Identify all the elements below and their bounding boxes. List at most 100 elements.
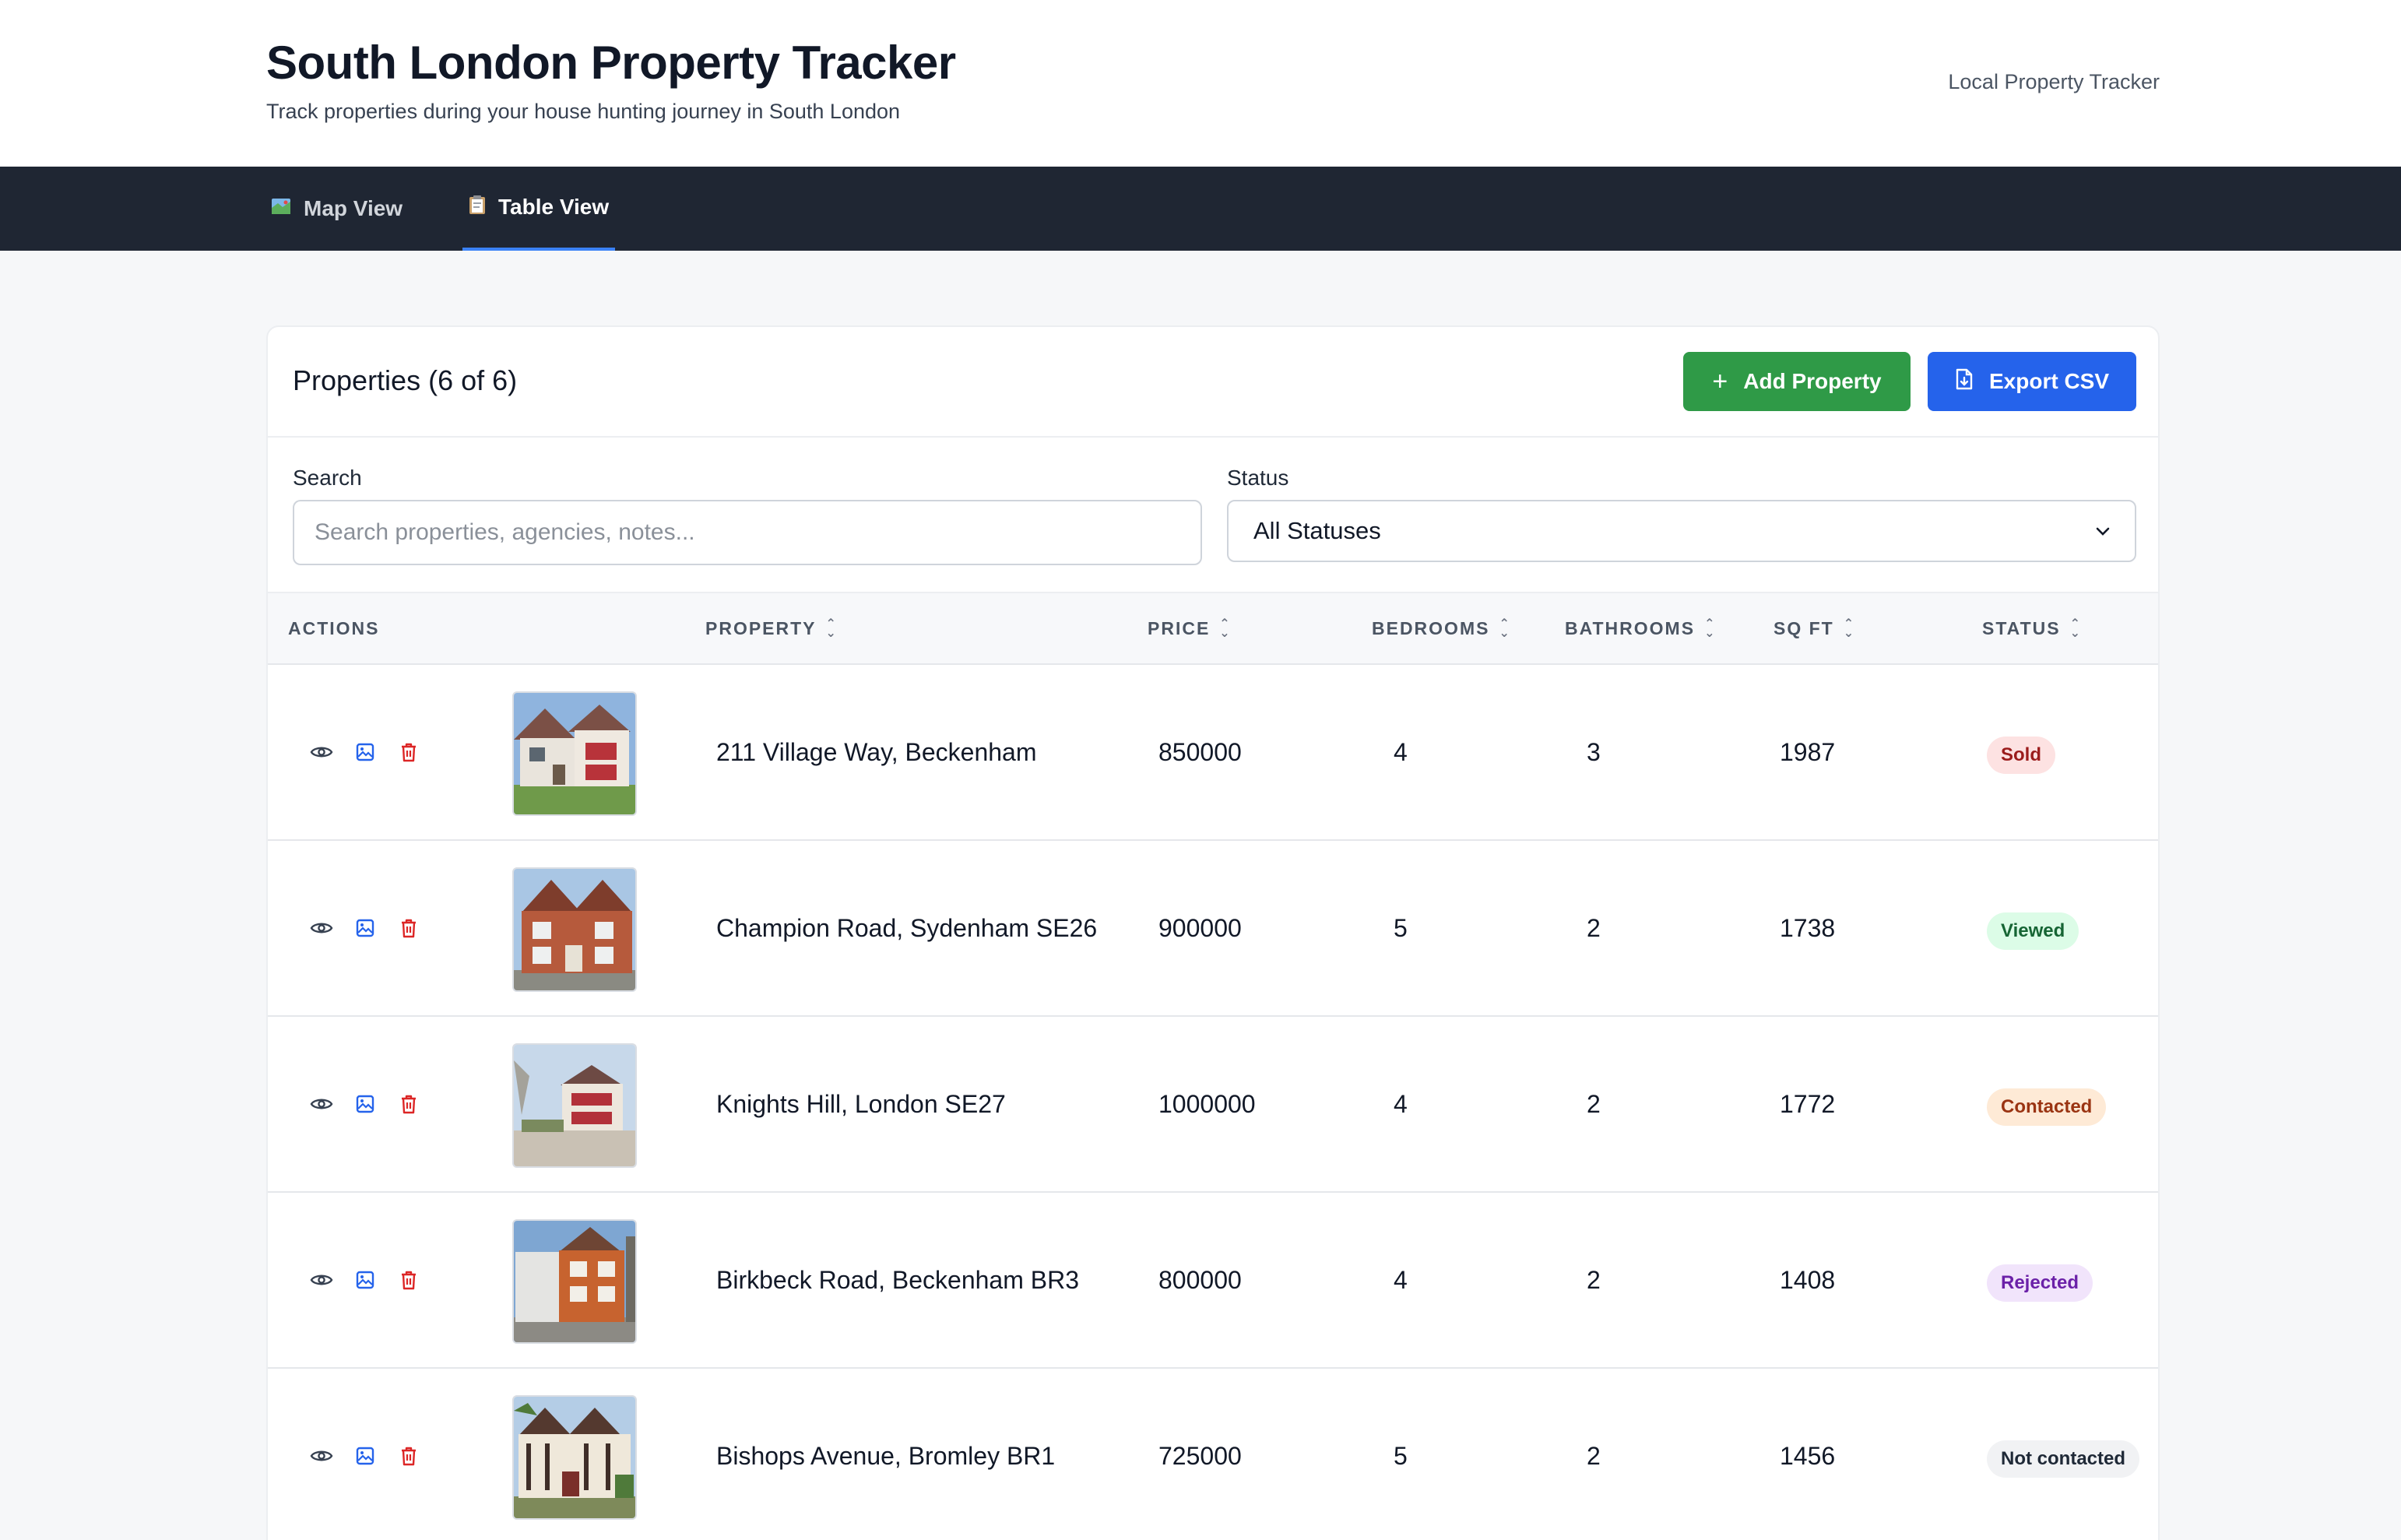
status-badge: Sold: [1987, 737, 2055, 774]
app-title: South London Property Tracker: [266, 37, 956, 89]
view-eye-icon[interactable]: [308, 1267, 335, 1293]
property-bedrooms: 5: [1394, 1442, 1408, 1470]
property-price: 900000: [1158, 914, 1242, 942]
image-icon[interactable]: [352, 915, 378, 941]
property-sqft: 1772: [1780, 1090, 1836, 1118]
header-right-label: Local Property Tracker: [1948, 70, 2160, 93]
status-select[interactable]: All Statuses: [1227, 500, 2136, 562]
trash-icon[interactable]: [395, 1443, 422, 1469]
property-bedrooms: 4: [1394, 1266, 1408, 1294]
column-bathrooms-label: BATHROOMS: [1565, 618, 1696, 638]
property-address[interactable]: 211 Village Way, Beckenham: [716, 738, 1036, 767]
status-badge: Not contacted: [1987, 1440, 2140, 1478]
nav-bar: Map View Table View: [0, 167, 2401, 251]
column-header-property[interactable]: PROPERTY ⌃ ⌄: [705, 617, 838, 640]
column-header-bathrooms[interactable]: BATHROOMS ⌃ ⌄: [1565, 617, 1717, 640]
column-status-label: STATUS: [1982, 618, 2061, 638]
export-csv-button[interactable]: Export CSV: [1928, 352, 2136, 411]
property-thumbnail[interactable]: [512, 1395, 637, 1520]
view-eye-icon[interactable]: [308, 915, 335, 941]
property-address[interactable]: Bishops Avenue, Bromley BR1: [716, 1442, 1055, 1471]
table-header: ACTIONS PROPERTY ⌃ ⌄ PRICE ⌃ ⌄ BEDROOMS ⌃ ⌄ BA…: [268, 593, 2158, 665]
property-bathrooms: 3: [1587, 738, 1601, 766]
image-icon[interactable]: [352, 1267, 378, 1293]
property-thumbnail[interactable]: [512, 867, 637, 992]
property-sqft: 1738: [1780, 914, 1836, 942]
property-sqft: 1408: [1780, 1266, 1836, 1294]
clipboard-icon: [469, 195, 486, 220]
trash-icon[interactable]: [395, 1091, 422, 1117]
column-header-sqft[interactable]: SQ FT ⌃ ⌄: [1774, 617, 1856, 640]
property-address[interactable]: Birkbeck Road, Beckenham BR3: [716, 1266, 1079, 1295]
property-thumbnail[interactable]: [512, 1219, 637, 1344]
card-header: Properties (6 of 6) + Add Property Expor…: [268, 327, 2158, 438]
status-badge: Contacted: [1987, 1088, 2107, 1126]
image-icon[interactable]: [352, 739, 378, 765]
property-thumbnail[interactable]: [512, 691, 637, 816]
table-row: Knights Hill, London SE27 1000000 4 2 17…: [268, 1017, 2158, 1193]
property-bathrooms: 2: [1587, 1266, 1601, 1294]
column-price-label: PRICE: [1148, 618, 1211, 638]
sort-icon: ⌃ ⌄: [1843, 617, 1856, 640]
view-eye-icon[interactable]: [308, 1091, 335, 1117]
chevron-down-icon: [2096, 521, 2110, 541]
property-address[interactable]: Knights Hill, London SE27: [716, 1090, 1006, 1119]
property-address[interactable]: Champion Road, Sydenham SE26: [716, 914, 1097, 943]
file-download-icon: [1955, 368, 1974, 396]
properties-card: Properties (6 of 6) + Add Property Expor…: [266, 325, 2160, 1540]
add-property-button[interactable]: + Add Property: [1683, 352, 1911, 411]
filters-bar: Search Status All Statuses: [268, 438, 2158, 593]
image-icon[interactable]: [352, 1091, 378, 1117]
status-label: Status: [1227, 466, 1289, 490]
tab-map-view[interactable]: Map View: [271, 167, 403, 251]
sort-icon: ⌃ ⌄: [1499, 617, 1511, 640]
search-input[interactable]: [293, 500, 1202, 565]
table-row: 211 Village Way, Beckenham 850000 4 3 19…: [268, 665, 2158, 841]
property-bathrooms: 2: [1587, 914, 1601, 942]
property-price: 800000: [1158, 1266, 1242, 1294]
table-row: Birkbeck Road, Beckenham BR3 800000 4 2 …: [268, 1193, 2158, 1369]
column-header-actions: ACTIONS: [288, 618, 380, 639]
column-header-status[interactable]: STATUS ⌃ ⌄: [1982, 617, 2082, 639]
add-property-label: Add Property: [1743, 369, 1882, 393]
view-eye-icon[interactable]: [308, 1443, 335, 1469]
property-bathrooms: 2: [1587, 1090, 1601, 1118]
view-eye-icon[interactable]: [308, 739, 335, 765]
property-bedrooms: 5: [1394, 914, 1408, 942]
column-bedrooms-label: BEDROOMS: [1372, 618, 1490, 638]
column-header-price[interactable]: PRICE ⌃ ⌄: [1148, 617, 1232, 640]
property-sqft: 1456: [1780, 1442, 1836, 1470]
column-sqft-label: SQ FT: [1774, 618, 1834, 638]
sort-icon: ⌃ ⌄: [1219, 617, 1232, 640]
table-row: Champion Road, Sydenham SE26 900000 5 2 …: [268, 841, 2158, 1017]
app-header: South London Property Tracker Track prop…: [0, 0, 2401, 167]
trash-icon[interactable]: [395, 1267, 422, 1293]
plus-icon: +: [1712, 366, 1728, 396]
app-subtitle: Track properties during your house hunti…: [266, 100, 901, 123]
property-bedrooms: 4: [1394, 1090, 1408, 1118]
sort-icon: ⌃ ⌄: [1704, 617, 1717, 640]
sort-icon: ⌃ ⌄: [825, 617, 838, 640]
status-badge: Rejected: [1987, 1264, 2093, 1302]
tab-map-view-label: Map View: [304, 196, 403, 220]
tab-table-view[interactable]: Table View: [462, 167, 616, 251]
status-select-value: All Statuses: [1253, 517, 1381, 544]
map-icon: [271, 197, 291, 221]
search-label: Search: [293, 466, 362, 490]
column-actions-label: ACTIONS: [288, 618, 380, 638]
properties-count-title: Properties (6 of 6): [293, 364, 518, 396]
trash-icon[interactable]: [395, 739, 422, 765]
tab-table-view-label: Table View: [498, 195, 610, 219]
property-bedrooms: 4: [1394, 738, 1408, 766]
image-icon[interactable]: [352, 1443, 378, 1469]
column-header-bedrooms[interactable]: BEDROOMS ⌃ ⌄: [1372, 617, 1511, 640]
property-price: 850000: [1158, 738, 1242, 766]
property-price: 1000000: [1158, 1090, 1256, 1118]
status-badge: Viewed: [1987, 912, 2079, 950]
column-property-label: PROPERTY: [705, 618, 817, 638]
property-price: 725000: [1158, 1442, 1242, 1470]
property-sqft: 1987: [1780, 738, 1836, 766]
trash-icon[interactable]: [395, 915, 422, 941]
property-bathrooms: 2: [1587, 1442, 1601, 1470]
property-thumbnail[interactable]: [512, 1043, 637, 1168]
